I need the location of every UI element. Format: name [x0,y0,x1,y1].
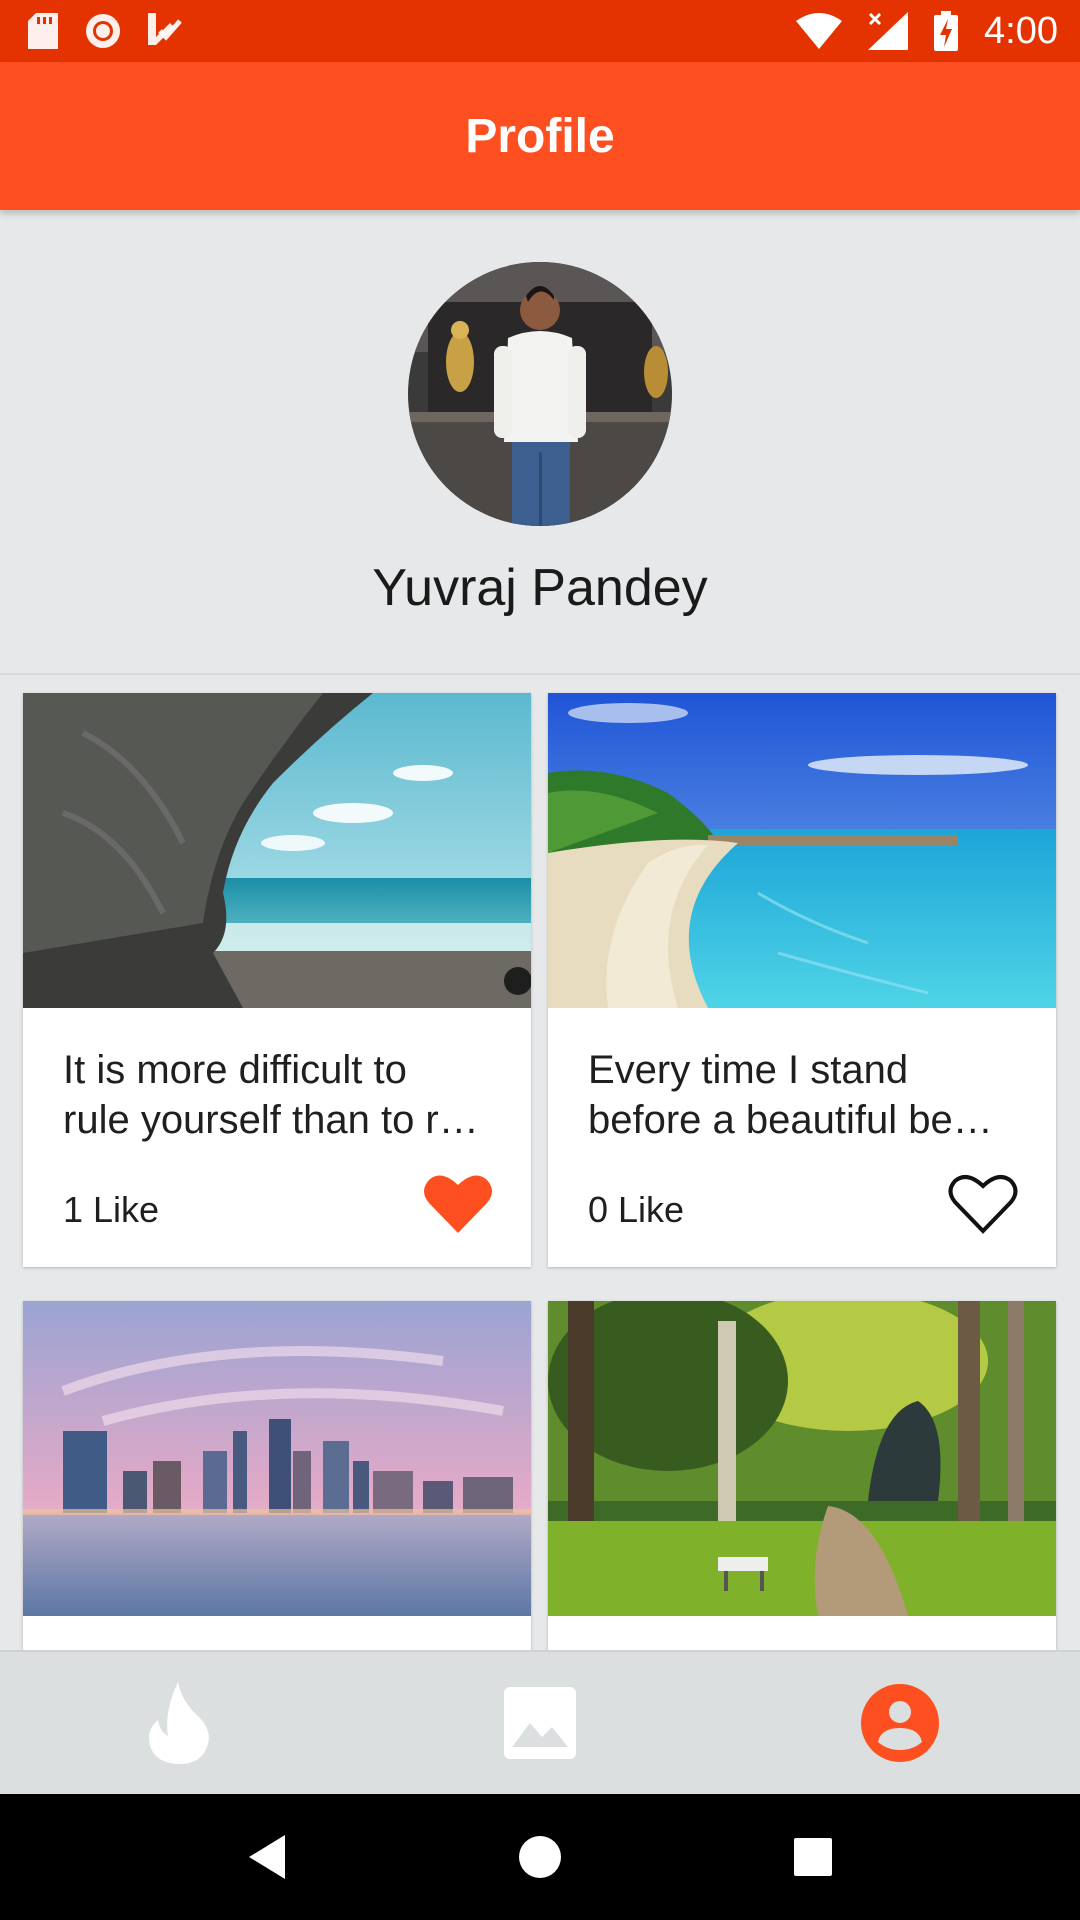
post-card[interactable] [548,1301,1056,1661]
back-button[interactable] [222,1812,312,1902]
back-triangle-icon [248,1835,285,1879]
like-count: 0 Like [588,1189,685,1230]
recents-square-icon [794,1838,833,1876]
heart-filled-icon[interactable] [423,1171,493,1235]
app-bar: Profile [0,62,1080,210]
image-icon [504,1687,576,1759]
recents-button[interactable] [768,1812,858,1902]
bottom-navigation [0,1650,1080,1794]
page-title: Profile [465,109,615,163]
profile-screen: 4:00 Profile Yuvraj Pandey It is more di… [0,0,1080,1920]
profile-name: Yuvraj Pandey [372,559,708,617]
system-navigation-bar [0,1794,1080,1920]
like-count: 1 Like [63,1189,160,1230]
nav-item-gallery[interactable] [480,1663,600,1783]
post-card[interactable]: It is more difficult to rule yourself th… [23,693,531,1267]
circle-record-icon [84,12,122,50]
post-image [548,693,1056,1008]
post-card[interactable]: Every time I stand before a beautiful be… [548,693,1056,1267]
post-image [548,1301,1056,1616]
post-caption: Every time I stand before a beautiful be… [588,1048,993,1142]
home-circle-icon [518,1836,561,1878]
post-image [23,1301,531,1616]
account-icon [861,1684,939,1762]
status-icons-right: 4:00 [796,10,1058,53]
post-image [23,693,531,1008]
status-time: 4:00 [984,9,1058,52]
nav-item-profile[interactable] [840,1663,960,1783]
signal-no-data-icon [868,12,909,50]
home-button[interactable] [495,1812,585,1902]
wifi-icon [796,13,843,49]
avatar[interactable] [408,262,672,526]
fire-icon [149,1682,209,1764]
nav-item-trending[interactable] [120,1663,240,1783]
profile-header: Yuvraj Pandey [0,210,1080,675]
heart-outline-icon[interactable] [948,1171,1018,1235]
status-bar: 4:00 [0,0,1080,62]
sd-card-icon [28,13,58,49]
post-card[interactable] [23,1301,531,1661]
battery-charging-icon [934,11,959,51]
post-caption: It is more difficult to rule yourself th… [63,1048,479,1142]
download-check-icon [148,13,182,49]
status-icons-left [28,12,182,50]
